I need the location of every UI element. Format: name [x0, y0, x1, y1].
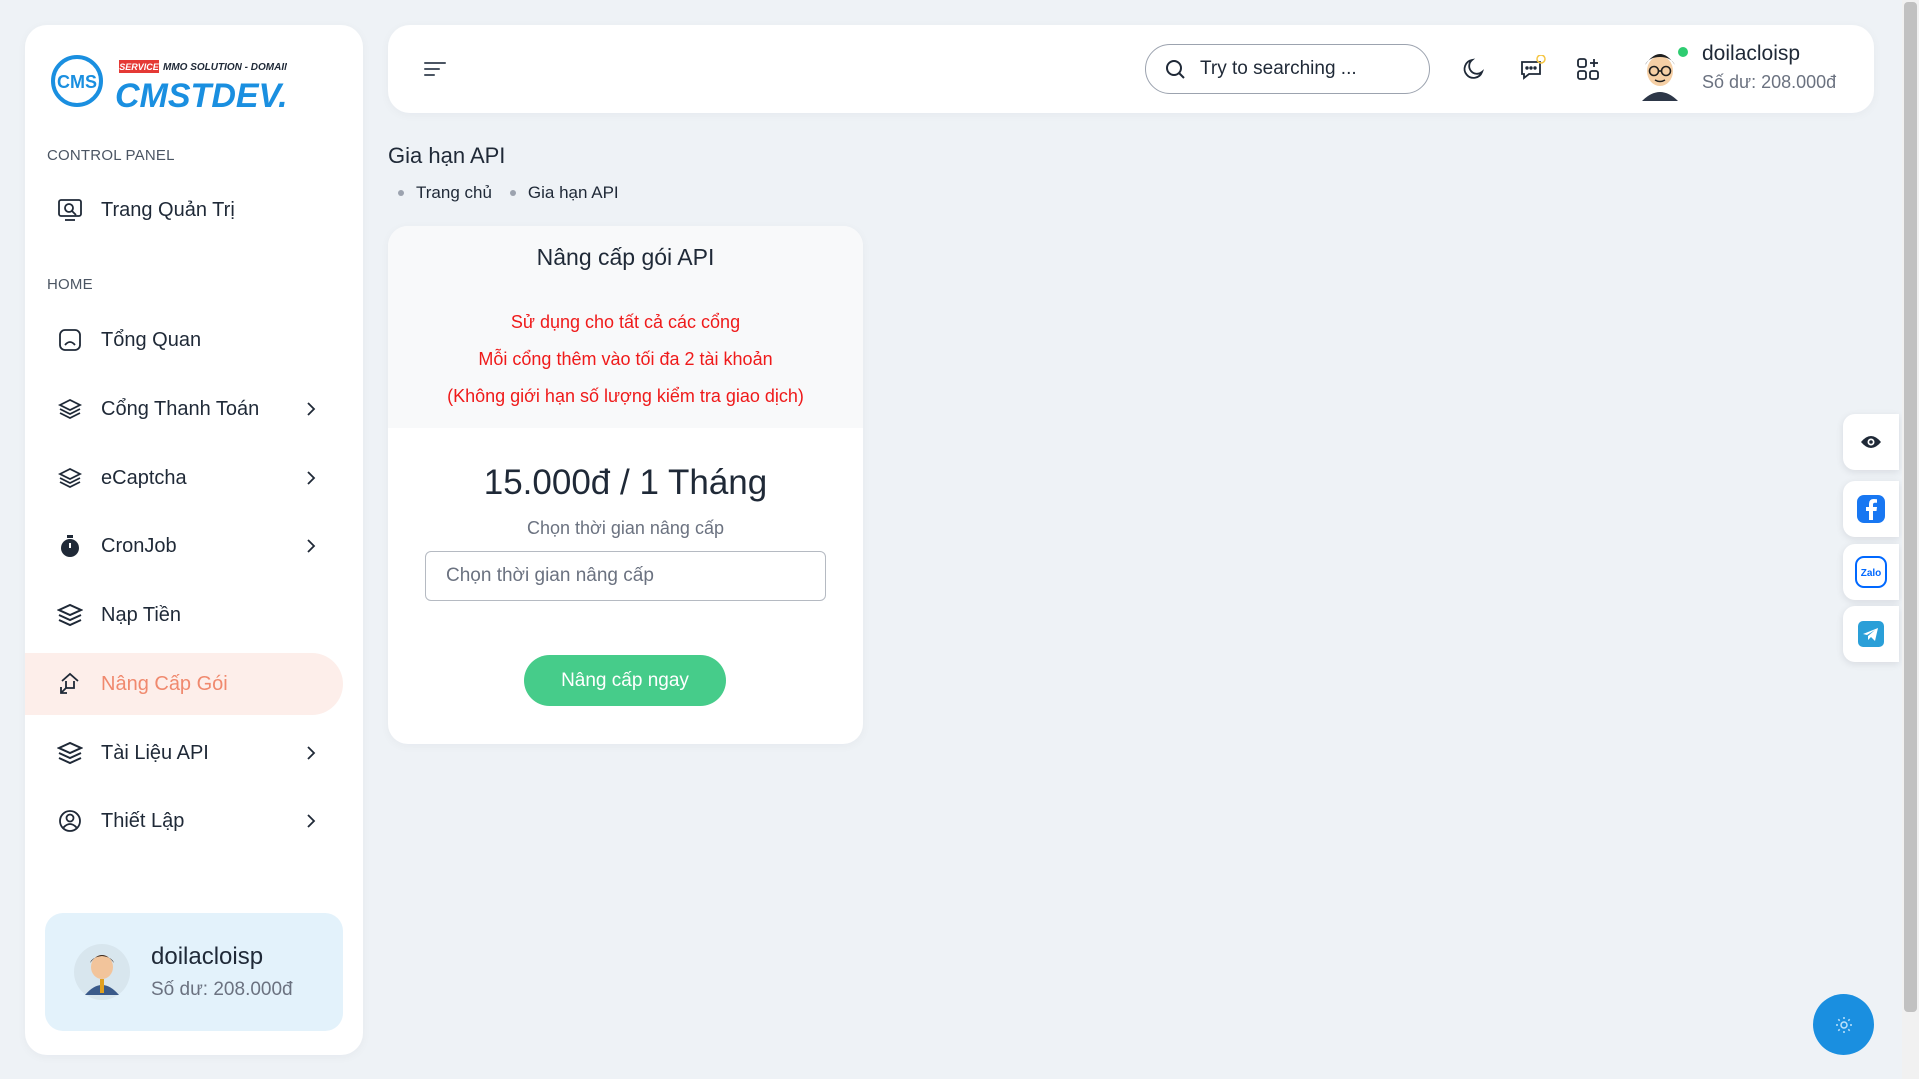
search-icon: [1166, 60, 1185, 79]
float-telegram-button[interactable]: [1843, 606, 1899, 662]
chevron-right-icon: [307, 539, 316, 553]
sidebar-item-tai-lieu-api[interactable]: Tài Liệu API: [25, 722, 343, 784]
breadcrumb-current: Gia hạn API: [527, 183, 619, 202]
zalo-icon: Zalo: [1855, 556, 1887, 588]
stack-icon: [57, 602, 83, 628]
sidebar-item-label: Nạp Tiền: [101, 603, 182, 626]
sidebar-item-label: Thiết Lập: [101, 809, 185, 832]
scrollbar-thumb[interactable]: [1904, 2, 1917, 1012]
moon-icon[interactable]: [1460, 55, 1488, 83]
overview-icon: [57, 327, 83, 353]
admin-monitor-icon: [57, 197, 83, 223]
breadcrumb-home[interactable]: Trang chủ: [416, 183, 492, 203]
svg-text:MMO SOLUTION - DOMAIN: MMO SOLUTION - DOMAIN: [163, 62, 287, 73]
svg-text:CMS: CMS: [57, 72, 97, 92]
chevron-right-icon: [307, 746, 316, 760]
duration-select[interactable]: [425, 551, 826, 601]
facebook-icon: [1857, 495, 1885, 523]
feature-line: Mỗi cổng thêm vào tối đa 2 tài khoản: [478, 349, 773, 369]
online-status-dot: [1676, 45, 1690, 59]
header-user-balance: Số dư: 208.000đ: [1702, 72, 1837, 92]
user-circle-icon: [57, 808, 83, 834]
upgrade-plan-card: Nâng cấp gói API Sử dụng cho tất cả các …: [388, 226, 863, 744]
search-input[interactable]: [1200, 58, 1420, 80]
search-box[interactable]: [1145, 44, 1430, 94]
layers-icon: [57, 396, 83, 422]
section-title-control-panel: CONTROL PANEL: [47, 147, 175, 164]
menu-icon[interactable]: [422, 57, 448, 81]
sidebar-item-nang-cap-goi[interactable]: Nâng Cấp Gói: [25, 653, 343, 715]
breadcrumb: Trang chủ Gia hạn API: [398, 183, 637, 203]
upgrade-now-button[interactable]: Nâng cấp ngay: [524, 655, 726, 706]
telegram-icon: [1858, 621, 1884, 647]
sidebar-item-cong-thanh-toan[interactable]: Cổng Thanh Toán: [25, 378, 343, 440]
sidebar-item-label: CronJob: [101, 534, 177, 557]
user-card-name: doilacloisp: [151, 943, 264, 970]
float-eye-button[interactable]: [1843, 414, 1899, 470]
svg-text:CMSTDEV.VN: CMSTDEV.VN: [115, 77, 287, 115]
sidebar-item-ecaptcha[interactable]: eCaptcha: [25, 447, 343, 509]
apps-icon[interactable]: [1574, 55, 1602, 83]
stack-icon: [57, 740, 83, 766]
user-card-balance: Số dư: 208.000đ: [151, 979, 293, 1000]
chevron-right-icon: [307, 471, 316, 485]
sidebar-item-label: Trang Quản Trị: [101, 198, 235, 221]
avatar: [73, 943, 131, 1001]
sidebar-item-label: eCaptcha: [101, 466, 187, 489]
feature-line: (Không giới hạn số lượng kiểm tra giao d…: [447, 386, 804, 406]
section-title-home: HOME: [47, 276, 93, 293]
stopwatch-icon: [57, 533, 83, 559]
upgrade-arrows-icon: [57, 671, 83, 697]
float-zalo-button[interactable]: Zalo: [1843, 544, 1899, 600]
eye-icon: [1861, 436, 1881, 448]
sidebar-user-card[interactable]: doilacloisp Số dư: 208.000đ: [45, 913, 343, 1031]
duration-label: Chọn thời gian nâng cấp: [527, 518, 724, 538]
plan-price: 15.000đ / 1 Tháng: [483, 463, 768, 502]
float-facebook-button[interactable]: [1843, 481, 1899, 537]
sidebar-item-tong-quan[interactable]: Tổng Quan: [25, 309, 343, 371]
sidebar-item-label: Tài Liệu API: [101, 741, 209, 764]
gear-icon: [1835, 1016, 1852, 1033]
sidebar-item-label: Nâng Cấp Gói: [101, 672, 228, 695]
header-user-name: doilacloisp: [1702, 42, 1801, 65]
svg-text:Zalo: Zalo: [1861, 568, 1882, 579]
sidebar-item-label: Cổng Thanh Toán: [101, 397, 260, 420]
chat-icon[interactable]: [1517, 54, 1546, 83]
sidebar-item-trang-quan-tri[interactable]: Trang Quản Trị: [25, 179, 343, 241]
chevron-right-icon: [307, 402, 316, 416]
sidebar-item-nap-tien[interactable]: Nạp Tiền: [25, 584, 343, 646]
sidebar-item-thiet-lap[interactable]: Thiết Lập: [25, 790, 343, 852]
card-title: Nâng cấp gói API: [536, 244, 715, 270]
sidebar: CMS SERVICE MMO SOLUTION - DOMAIN CMSTDE…: [25, 25, 363, 1055]
settings-fab[interactable]: [1813, 994, 1874, 1055]
feature-line: Sử dụng cho tất cả các cổng: [510, 312, 741, 332]
svg-text:SERVICE: SERVICE: [119, 62, 160, 72]
brand-logo[interactable]: CMS SERVICE MMO SOLUTION - DOMAIN CMSTDE…: [47, 41, 336, 121]
layers-icon: [57, 465, 83, 491]
sidebar-item-label: Tổng Quan: [101, 328, 202, 351]
page-title: Gia hạn API: [388, 143, 506, 168]
top-header: doilacloisp Số dư: 208.000đ: [388, 25, 1874, 113]
chevron-right-icon: [307, 814, 316, 828]
sidebar-item-cronjob[interactable]: CronJob: [25, 515, 343, 577]
